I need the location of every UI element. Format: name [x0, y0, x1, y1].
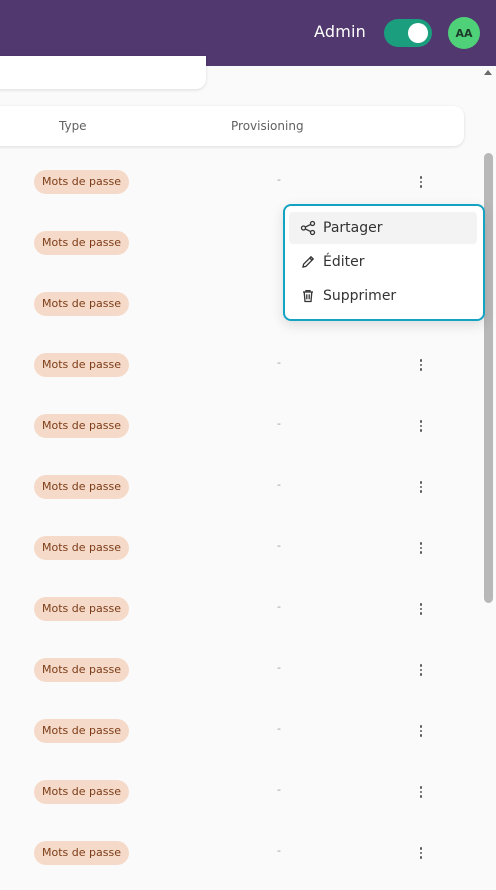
kebab-dot: [419, 368, 423, 371]
kebab-icon[interactable]: [414, 658, 428, 682]
column-header-type[interactable]: Type: [59, 119, 87, 133]
kebab-icon[interactable]: [414, 536, 428, 560]
kebab-dot: [419, 542, 423, 545]
search-card: [0, 56, 206, 89]
kebab-dot: [419, 734, 423, 737]
table-row[interactable]: Mots de passe -: [0, 402, 480, 463]
column-header-provisioning[interactable]: Provisioning: [231, 119, 304, 133]
table-row[interactable]: Mots de passe -: [0, 707, 480, 768]
menu-item-label: Supprimer: [323, 288, 397, 304]
kebab-dot: [419, 729, 423, 733]
kebab-dot: [419, 481, 423, 484]
type-badge: Mots de passe: [34, 841, 129, 865]
type-badge: Mots de passe: [34, 475, 129, 499]
table-row[interactable]: Mots de passe -: [0, 829, 480, 890]
kebab-dot: [419, 847, 423, 850]
provisioning-value: -: [277, 478, 281, 491]
provisioning-value: -: [277, 600, 281, 613]
kebab-dot: [419, 420, 423, 423]
kebab-dot: [419, 424, 423, 428]
provisioning-value: -: [277, 356, 281, 369]
provisioning-value: -: [277, 844, 281, 857]
kebab-dot: [419, 851, 423, 855]
provisioning-value: -: [277, 722, 281, 735]
kebab-dot: [419, 664, 423, 667]
kebab-dot: [419, 546, 423, 550]
kebab-icon[interactable]: [414, 353, 428, 377]
type-badge: Mots de passe: [34, 719, 129, 743]
kebab-dot: [419, 185, 423, 188]
kebab-dot: [419, 551, 423, 554]
kebab-dot: [419, 612, 423, 615]
kebab-dot: [419, 668, 423, 672]
kebab-icon[interactable]: [414, 780, 428, 804]
kebab-icon[interactable]: [414, 841, 428, 865]
kebab-dot: [419, 603, 423, 606]
kebab-dot: [419, 490, 423, 493]
share-icon: [300, 220, 316, 236]
table-row[interactable]: Mots de passe -: [0, 768, 480, 829]
menu-item-label: Partager: [323, 220, 383, 236]
kebab-dot: [419, 790, 423, 794]
kebab-dot: [419, 429, 423, 432]
type-badge: Mots de passe: [34, 170, 129, 194]
table-row[interactable]: Mots de passe -: [0, 341, 480, 402]
table-row[interactable]: Mots de passe -: [0, 646, 480, 707]
kebab-dot: [419, 180, 423, 184]
type-badge: Mots de passe: [34, 353, 129, 377]
kebab-icon[interactable]: [414, 170, 428, 194]
kebab-dot: [419, 795, 423, 798]
provisioning-value: -: [277, 417, 281, 430]
pencil-icon: [300, 254, 316, 270]
type-badge: Mots de passe: [34, 597, 129, 621]
kebab-icon[interactable]: [414, 475, 428, 499]
kebab-dot: [419, 176, 423, 179]
kebab-dot: [419, 359, 423, 362]
kebab-dot: [419, 485, 423, 489]
table-row[interactable]: Mots de passe -: [0, 524, 480, 585]
type-badge: Mots de passe: [34, 231, 129, 255]
type-badge: Mots de passe: [34, 780, 129, 804]
toggle-knob: [408, 23, 428, 43]
type-badge: Mots de passe: [34, 414, 129, 438]
menu-item-edit[interactable]: Éditer: [289, 246, 477, 278]
table-header: Type Provisioning: [0, 106, 464, 146]
kebab-dot: [419, 725, 423, 728]
avatar[interactable]: AA: [448, 17, 480, 49]
provisioning-value: -: [277, 661, 281, 674]
kebab-dot: [419, 607, 423, 611]
kebab-dot: [419, 786, 423, 789]
menu-item-delete[interactable]: Supprimer: [289, 280, 477, 312]
provisioning-value: -: [277, 539, 281, 552]
row-context-menu: Partager Éditer Supprimer: [283, 204, 485, 321]
menu-item-label: Éditer: [323, 254, 365, 270]
scrollbar-thumb[interactable]: [484, 153, 493, 603]
scroll-up-arrow-icon[interactable]: [484, 70, 492, 75]
provisioning-value: -: [277, 173, 281, 186]
kebab-dot: [419, 856, 423, 859]
kebab-dot: [419, 363, 423, 367]
admin-label: Admin: [314, 22, 366, 41]
menu-item-share[interactable]: Partager: [289, 212, 477, 244]
kebab-icon[interactable]: [414, 597, 428, 621]
type-badge: Mots de passe: [34, 292, 129, 316]
provisioning-value: -: [277, 783, 281, 796]
trash-icon: [300, 288, 316, 304]
table-row[interactable]: Mots de passe -: [0, 585, 480, 646]
type-badge: Mots de passe: [34, 658, 129, 682]
kebab-icon[interactable]: [414, 719, 428, 743]
admin-mode-toggle[interactable]: [384, 19, 432, 47]
kebab-dot: [419, 673, 423, 676]
kebab-icon[interactable]: [414, 414, 428, 438]
table-row[interactable]: Mots de passe -: [0, 463, 480, 524]
type-badge: Mots de passe: [34, 536, 129, 560]
